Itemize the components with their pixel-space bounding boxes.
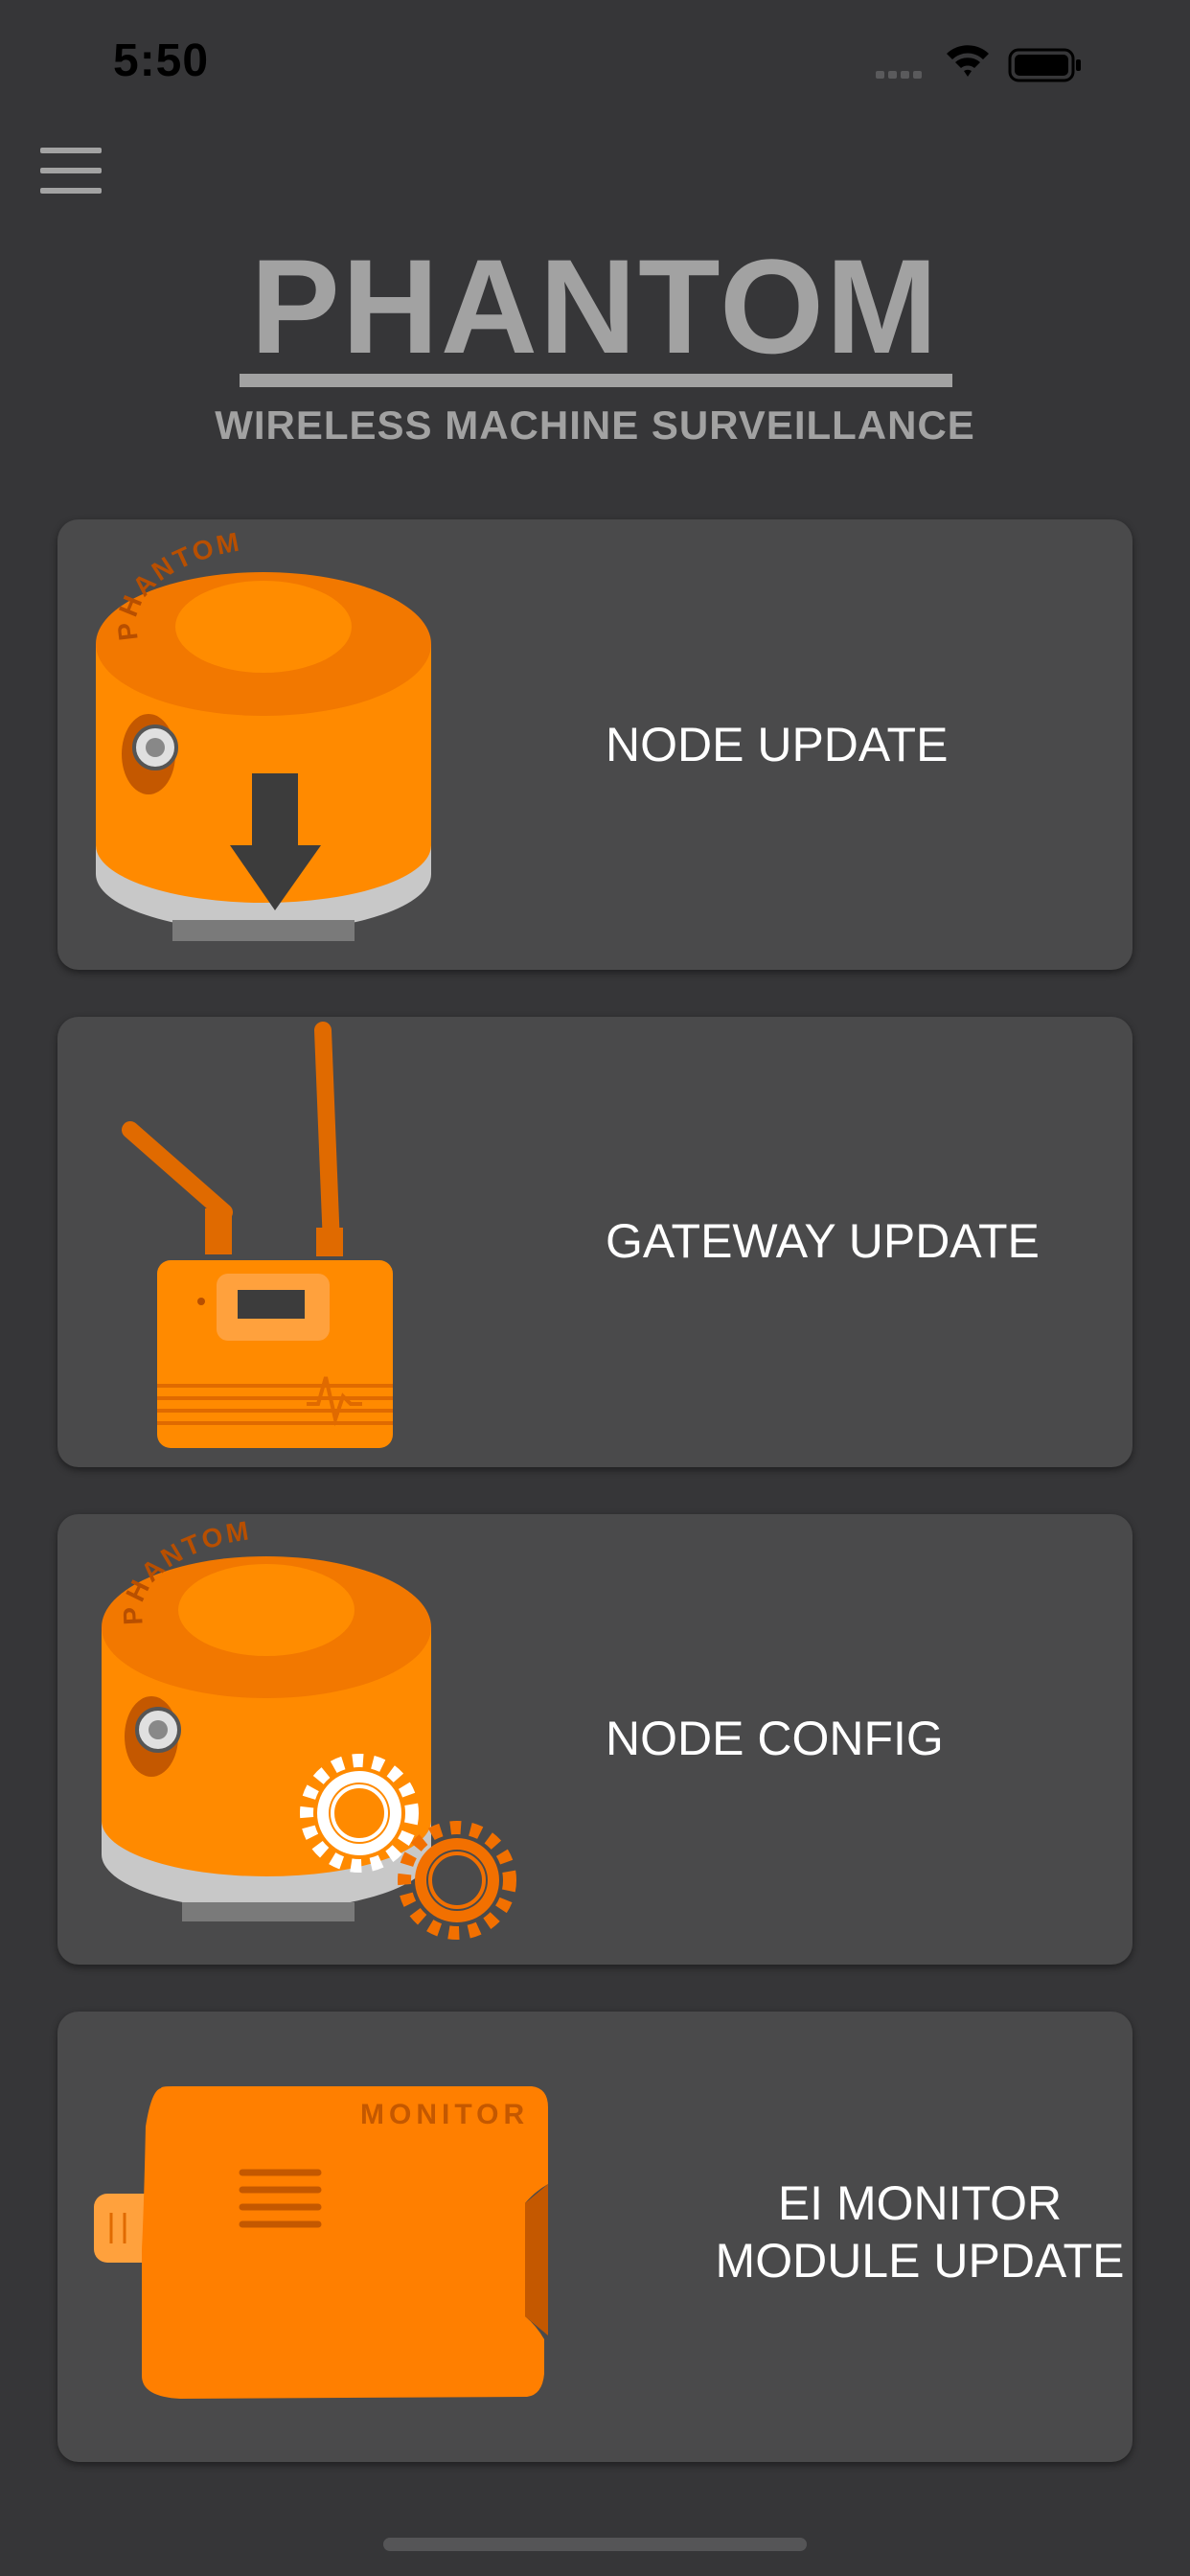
monitor-module-icon: MONITOR bbox=[94, 2086, 548, 2399]
gateway-icon bbox=[122, 1022, 393, 1448]
gear-icon bbox=[300, 1754, 419, 1873]
gateway-update-card[interactable]: GATEWAY UPDATE bbox=[57, 1017, 1133, 1467]
svg-text:MONITOR: MONITOR bbox=[360, 2099, 529, 2130]
gateway-update-label: GATEWAY UPDATE bbox=[606, 1214, 1040, 1268]
brand-subtitle: WIRELESS MACHINE SURVEILLANCE bbox=[215, 402, 975, 448]
status-icons bbox=[876, 45, 1081, 82]
node-update-label: NODE UPDATE bbox=[606, 718, 949, 771]
ei-monitor-label-line1: EI MONITOR bbox=[777, 2176, 1063, 2230]
status-bar: 5:50 bbox=[0, 0, 1190, 134]
ei-monitor-module-update-card[interactable]: MONITOR EI MONITOR MODULE UPDATE bbox=[57, 2012, 1133, 2462]
gear-icon bbox=[398, 1821, 516, 1940]
wifi-icon bbox=[947, 45, 989, 77]
node-config-label: NODE CONFIG bbox=[606, 1712, 944, 1765]
node-update-card[interactable]: PHANTOM NODE UPDATE bbox=[57, 519, 1133, 970]
status-time: 5:50 bbox=[113, 35, 210, 86]
home-indicator[interactable] bbox=[383, 2538, 807, 2551]
brand-title: PHANTOM bbox=[250, 231, 940, 381]
battery-icon bbox=[1008, 48, 1081, 82]
cellular-signal-icon bbox=[876, 71, 922, 79]
menu-button[interactable] bbox=[36, 144, 105, 197]
node-download-icon: PHANTOM bbox=[96, 526, 431, 941]
ei-monitor-label-line2: MODULE UPDATE bbox=[715, 2234, 1125, 2288]
node-config-card[interactable]: PHANTOM NODE CONFIG bbox=[57, 1514, 1133, 1965]
brand-divider bbox=[240, 374, 952, 387]
node-config-icon: PHANTOM bbox=[102, 1515, 516, 1940]
